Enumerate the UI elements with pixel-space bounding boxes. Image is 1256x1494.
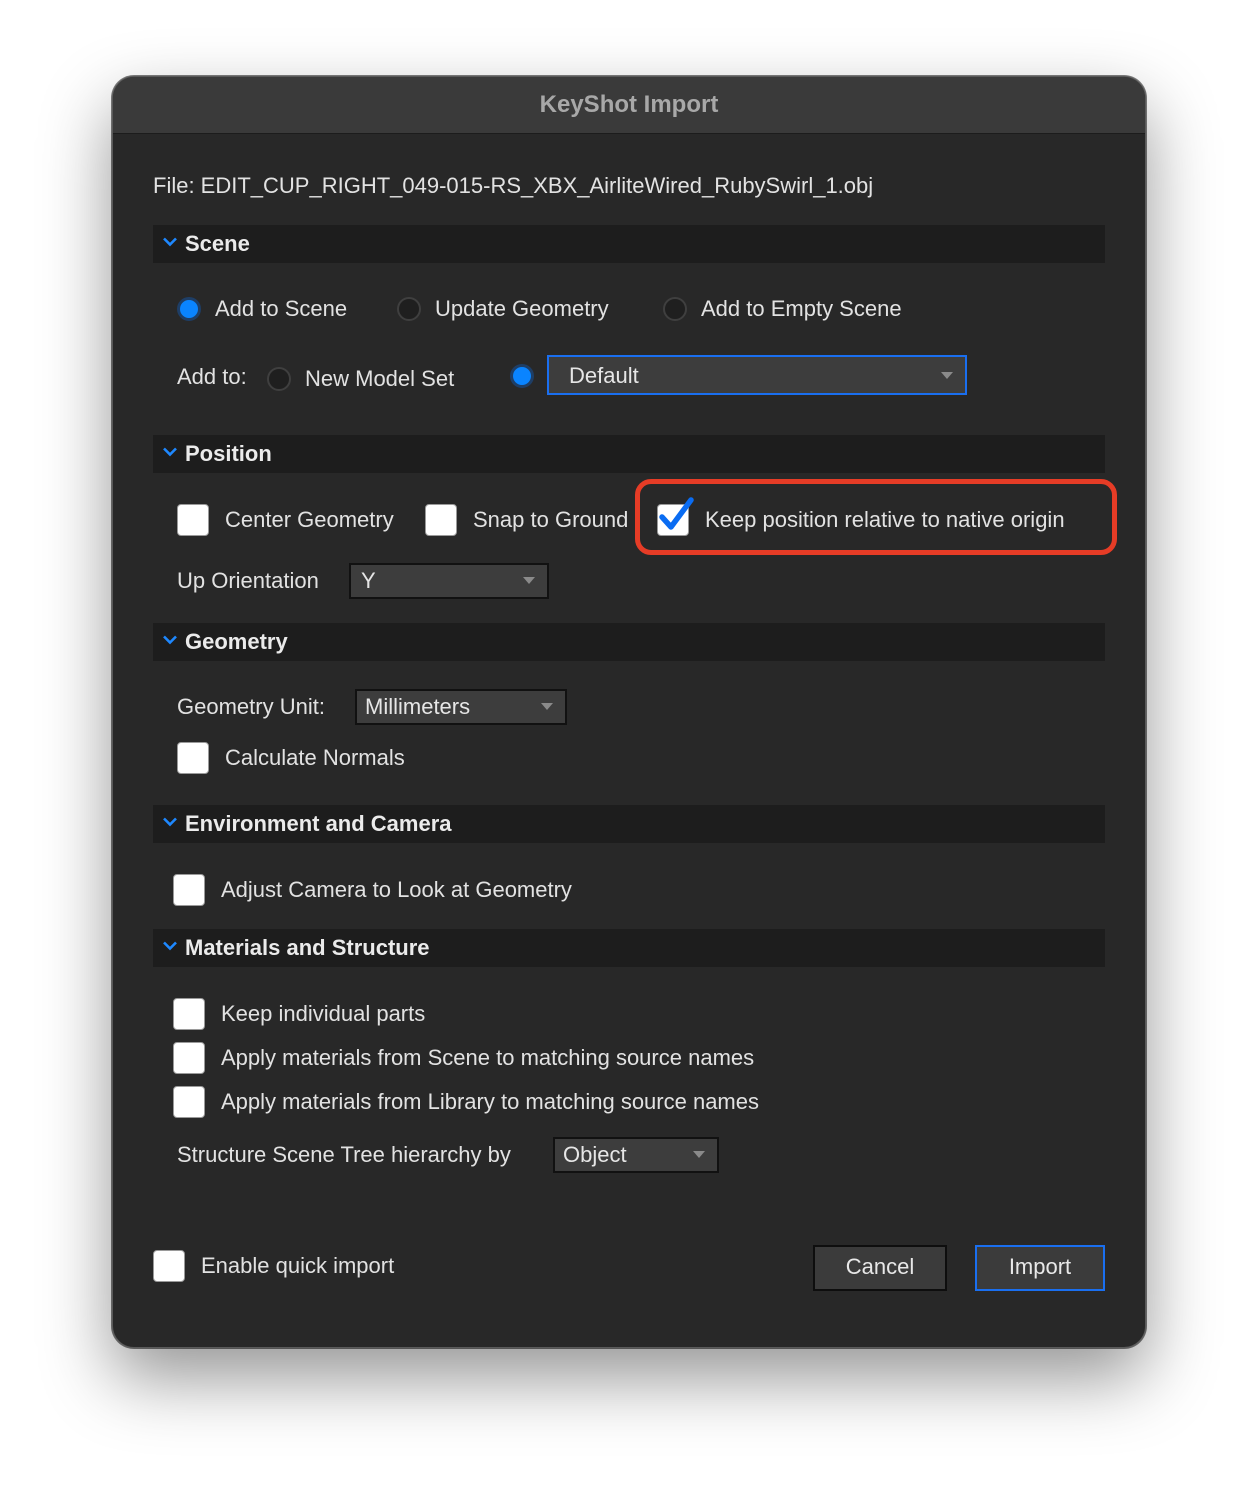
apply-scene-materials-label[interactable]: Apply materials from Scene to matching s…	[221, 1045, 754, 1071]
cancel-button[interactable]: Cancel	[813, 1245, 947, 1291]
add-to-empty-scene-label[interactable]: Add to Empty Scene	[701, 296, 902, 322]
materials-structure-section-header[interactable]: Materials and Structure	[153, 929, 1105, 967]
center-geometry-label[interactable]: Center Geometry	[225, 507, 394, 533]
up-orientation-value: Y	[361, 568, 376, 593]
center-geometry-checkbox[interactable]	[177, 504, 209, 536]
add-to-scene-label[interactable]: Add to Scene	[215, 296, 347, 322]
chevron-down-icon	[163, 941, 177, 951]
model-set-dropdown[interactable]: Default	[547, 355, 967, 395]
add-to-empty-scene-radio[interactable]	[663, 297, 687, 321]
scene-header-label: Scene	[185, 231, 250, 256]
geometry-section-header[interactable]: Geometry	[153, 623, 1105, 661]
keep-individual-parts-label[interactable]: Keep individual parts	[221, 1001, 425, 1027]
scene-section-header[interactable]: Scene	[153, 225, 1105, 263]
dropdown-arrow-icon	[941, 372, 953, 379]
dropdown-arrow-icon	[523, 577, 535, 584]
materials-structure-header-label: Materials and Structure	[185, 935, 430, 960]
keyshot-import-dialog: KeyShot Import File: EDIT_CUP_RIGHT_049-…	[112, 76, 1146, 1348]
window-title: KeyShot Import	[539, 91, 719, 118]
geometry-unit-value: Millimeters	[365, 694, 471, 719]
dropdown-arrow-icon	[541, 703, 553, 710]
apply-scene-materials-checkbox[interactable]	[173, 1042, 205, 1074]
chevron-down-icon	[163, 817, 177, 827]
adjust-camera-label[interactable]: Adjust Camera to Look at Geometry	[221, 877, 572, 903]
structure-hierarchy-dropdown[interactable]: Object	[553, 1137, 719, 1173]
model-set-value: Default	[569, 363, 639, 388]
add-to-label: Add to:	[177, 364, 247, 389]
update-geometry-label[interactable]: Update Geometry	[435, 296, 609, 322]
apply-library-materials-checkbox[interactable]	[173, 1086, 205, 1118]
enable-quick-import-checkbox[interactable]	[153, 1250, 185, 1282]
new-model-set-label[interactable]: New Model Set	[305, 366, 454, 392]
adjust-camera-checkbox[interactable]	[173, 874, 205, 906]
position-section-header[interactable]: Position	[153, 435, 1105, 473]
keep-individual-parts-checkbox[interactable]	[173, 998, 205, 1030]
calculate-normals-label[interactable]: Calculate Normals	[225, 745, 405, 771]
environment-camera-section-header[interactable]: Environment and Camera	[153, 805, 1105, 843]
existing-model-set-radio[interactable]	[510, 364, 534, 388]
snap-to-ground-label[interactable]: Snap to Ground	[473, 507, 635, 533]
import-button[interactable]: Import	[975, 1245, 1105, 1291]
add-to-scene-radio[interactable]	[177, 297, 201, 321]
snap-to-ground-checkbox[interactable]	[425, 504, 457, 536]
up-orientation-label: Up Orientation	[177, 568, 319, 593]
update-geometry-radio[interactable]	[397, 297, 421, 321]
chevron-down-icon	[163, 635, 177, 645]
geometry-unit-label: Geometry Unit:	[177, 694, 325, 719]
geometry-unit-dropdown[interactable]: Millimeters	[355, 689, 567, 725]
dropdown-arrow-icon	[693, 1151, 705, 1158]
chevron-down-icon	[163, 447, 177, 457]
structure-hierarchy-label: Structure Scene Tree hierarchy by	[177, 1142, 511, 1167]
environment-camera-header-label: Environment and Camera	[185, 811, 452, 836]
file-name-label: File: EDIT_CUP_RIGHT_049-015-RS_XBX_Airl…	[153, 173, 874, 198]
title-bar[interactable]: KeyShot Import	[113, 77, 1145, 134]
highlight-annotation	[635, 479, 1117, 555]
apply-library-materials-label[interactable]: Apply materials from Library to matching…	[221, 1089, 759, 1115]
geometry-header-label: Geometry	[185, 629, 288, 654]
enable-quick-import-label[interactable]: Enable quick import	[201, 1253, 394, 1279]
structure-hierarchy-value: Object	[563, 1142, 627, 1167]
up-orientation-dropdown[interactable]: Y	[349, 563, 549, 599]
new-model-set-radio[interactable]	[267, 367, 291, 391]
calculate-normals-checkbox[interactable]	[177, 742, 209, 774]
position-header-label: Position	[185, 441, 272, 466]
chevron-down-icon	[163, 237, 177, 247]
